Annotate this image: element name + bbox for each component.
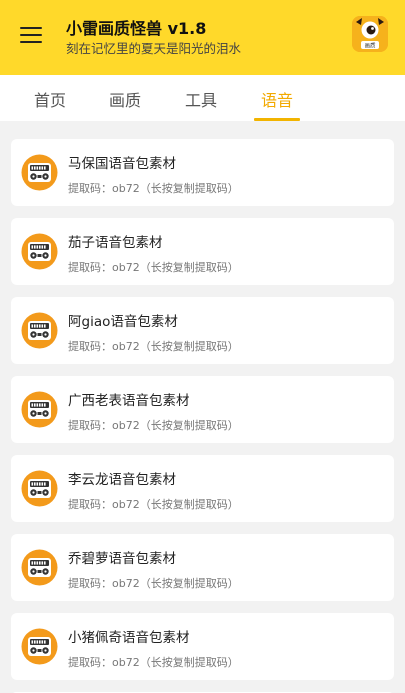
- radio-cassette-icon: [21, 391, 58, 428]
- list-item[interactable]: 马保国语音包素材 提取码：ob72（长按复制提取码）: [11, 139, 394, 206]
- list-item[interactable]: 乔碧萝语音包素材 提取码：ob72（长按复制提取码）: [11, 534, 394, 601]
- monster-logo-icon[interactable]: 画质: [352, 16, 388, 52]
- radio-cassette-icon: [21, 470, 58, 507]
- extraction-code[interactable]: 提取码：ob72（长按复制提取码）: [68, 180, 239, 196]
- app-header: 小雷画质怪兽 v1.8 刻在记忆里的夏天是阳光的泪水 画质: [0, 0, 405, 75]
- list-item[interactable]: 阿giao语音包素材 提取码：ob72（长按复制提取码）: [11, 297, 394, 364]
- item-title: 茄子语音包素材: [68, 235, 163, 251]
- extraction-code[interactable]: 提取码：ob72（长按复制提取码）: [68, 654, 239, 670]
- tab-quality[interactable]: 画质: [109, 87, 141, 111]
- tab-tools[interactable]: 工具: [185, 87, 217, 111]
- item-title: 小猪佩奇语音包素材: [68, 630, 190, 646]
- active-tab-indicator: [254, 118, 300, 121]
- list-item[interactable]: 小猪佩奇语音包素材 提取码：ob72（长按复制提取码）: [11, 613, 394, 680]
- tab-voice[interactable]: 语音: [261, 87, 293, 111]
- list-item[interactable]: 李云龙语音包素材 提取码：ob72（长按复制提取码）: [11, 455, 394, 522]
- extraction-code[interactable]: 提取码：ob72（长按复制提取码）: [68, 259, 239, 275]
- radio-cassette-icon: [21, 312, 58, 349]
- app-subtitle: 刻在记忆里的夏天是阳光的泪水: [66, 41, 242, 56]
- item-title: 李云龙语音包素材: [68, 472, 176, 488]
- tab-bar: 首页 画质 工具 语音: [0, 75, 405, 121]
- radio-cassette-icon: [21, 628, 58, 665]
- extraction-code[interactable]: 提取码：ob72（长按复制提取码）: [68, 575, 239, 591]
- hamburger-menu-icon[interactable]: [20, 24, 46, 46]
- item-title: 马保国语音包素材: [68, 156, 176, 172]
- radio-cassette-icon: [21, 233, 58, 270]
- list-item[interactable]: 茄子语音包素材 提取码：ob72（长按复制提取码）: [11, 218, 394, 285]
- app-title: 小雷画质怪兽 v1.8: [66, 19, 207, 38]
- tab-home[interactable]: 首页: [34, 87, 66, 111]
- extraction-code[interactable]: 提取码：ob72（长按复制提取码）: [68, 417, 239, 433]
- extraction-code[interactable]: 提取码：ob72（长按复制提取码）: [68, 338, 239, 354]
- radio-cassette-icon: [21, 154, 58, 191]
- logo-caption: 画质: [364, 42, 376, 50]
- item-title: 乔碧萝语音包素材: [68, 551, 176, 567]
- item-title: 阿giao语音包素材: [68, 314, 178, 330]
- extraction-code[interactable]: 提取码：ob72（长按复制提取码）: [68, 496, 239, 512]
- list-item[interactable]: 广西老表语音包素材 提取码：ob72（长按复制提取码）: [11, 376, 394, 443]
- item-title: 广西老表语音包素材: [68, 393, 190, 409]
- radio-cassette-icon: [21, 549, 58, 586]
